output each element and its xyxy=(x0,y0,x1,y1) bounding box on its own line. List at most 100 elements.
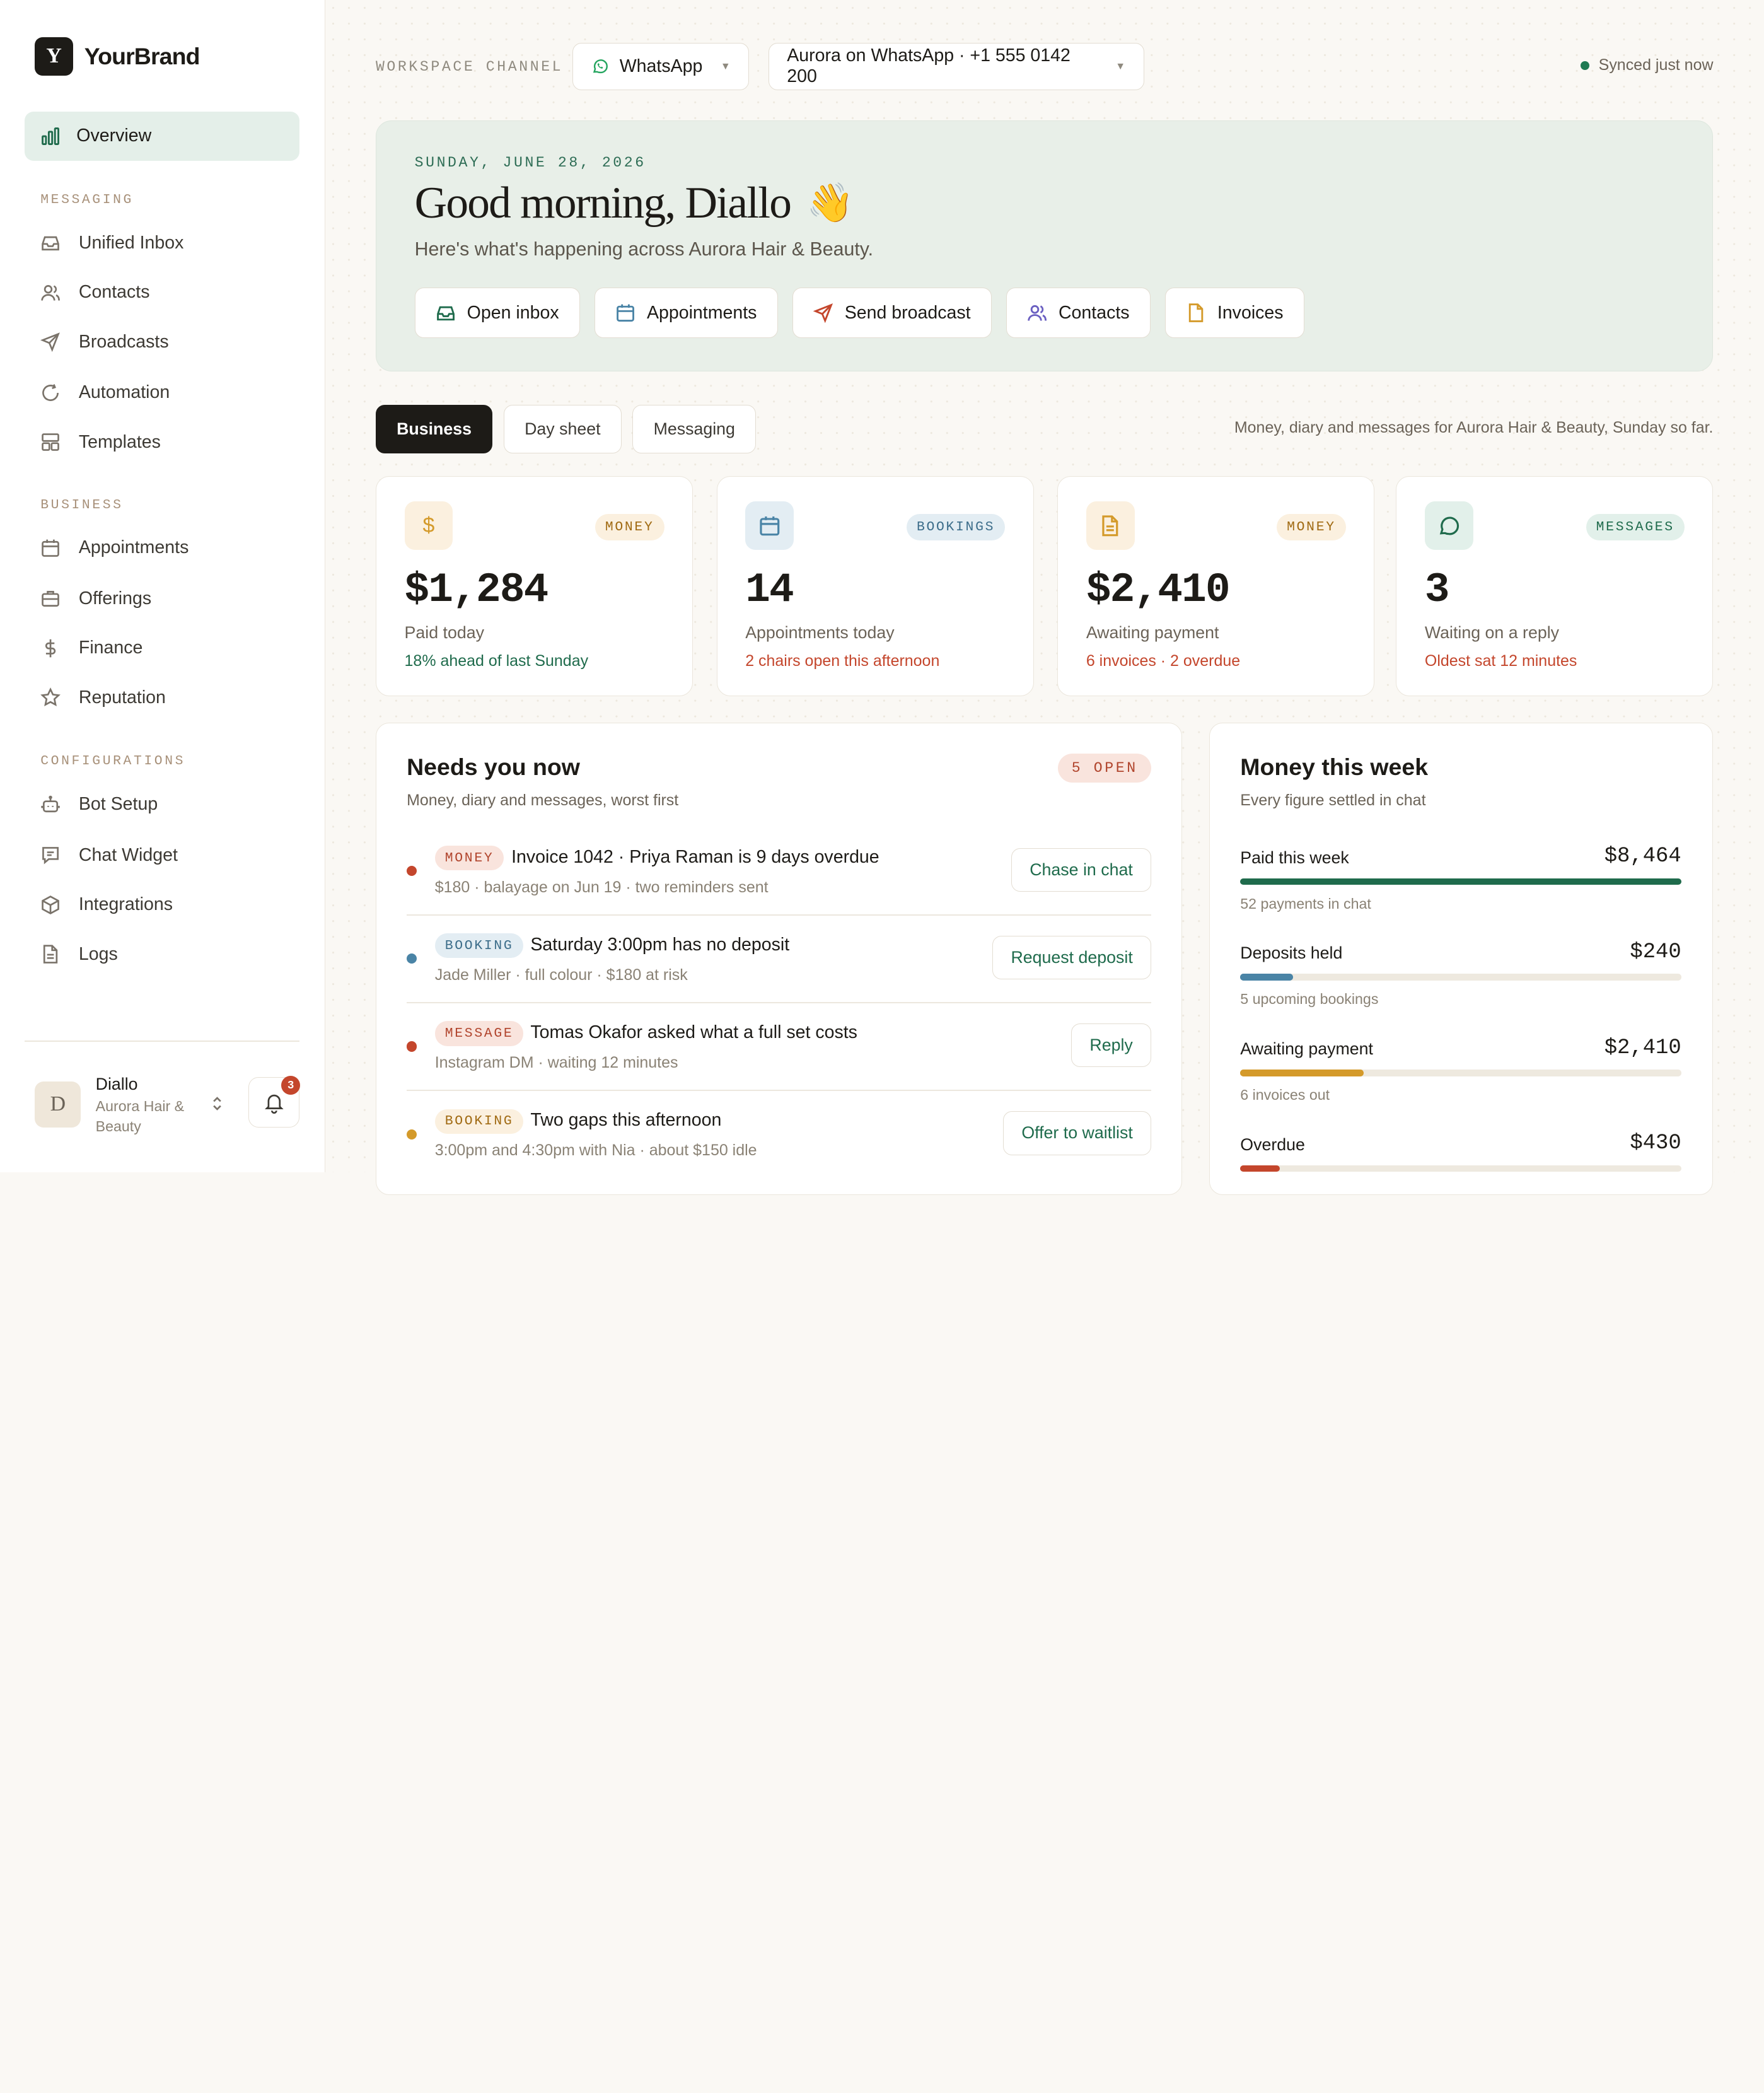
priority-dot xyxy=(407,953,417,964)
nav-item-offerings[interactable]: Offerings xyxy=(40,585,151,612)
users-icon xyxy=(1028,305,1047,321)
stat-value: 14 xyxy=(745,566,794,614)
stat-tag: MESSAGES xyxy=(1586,513,1685,541)
document-icon xyxy=(1086,501,1135,550)
briefcase-icon xyxy=(42,591,60,607)
money-label: Awaiting payment xyxy=(1240,1039,1373,1058)
nav-item-chat-widget[interactable]: Chat Widget xyxy=(40,842,178,869)
stat-card-appointments[interactable]: BOOKINGS 14 Appointments today 2 chairs … xyxy=(716,475,1034,697)
channel-select[interactable]: WhatsApp ▼ xyxy=(572,42,750,90)
nav-label: Bot Setup xyxy=(78,794,158,815)
money-amount: $430 xyxy=(1630,1131,1681,1156)
dollar-icon xyxy=(45,639,56,658)
list-item[interactable]: MESSAGE Tomas Okafor asked what a full s… xyxy=(407,1011,1152,1099)
task-tag: MESSAGE xyxy=(434,1021,524,1046)
chevrons-up-down-icon[interactable] xyxy=(209,1093,225,1114)
button-label: Open inbox xyxy=(467,302,559,323)
nav-item-contacts[interactable]: Contacts xyxy=(40,279,149,306)
nav-item-broadcasts[interactable]: Broadcasts xyxy=(40,329,169,356)
stat-card-awaiting-payment[interactable]: MONEY $2,410 Awaiting payment 6 invoices… xyxy=(1057,475,1375,697)
nav-item-integrations[interactable]: Integrations xyxy=(40,891,173,918)
nav-label: Unified Inbox xyxy=(78,232,184,253)
progress-track xyxy=(1240,1070,1681,1076)
money-row-deposits: Deposits held $240 5 upcoming bookings xyxy=(1240,940,1681,1019)
brand[interactable]: Y YourBrand xyxy=(35,37,200,76)
send-broadcast-button[interactable]: Send broadcast xyxy=(792,287,992,339)
greeting-hero: SUNDAY, JUNE 28, 2026 Good morning, Dial… xyxy=(375,120,1714,371)
tab-business[interactable]: Business xyxy=(375,405,493,454)
list-item[interactable]: MONEY Invoice 1042 · Priya Raman is 9 da… xyxy=(407,836,1152,923)
nav-section-configurations: CONFIGURATIONS xyxy=(40,754,186,769)
chevron-down-icon: ▼ xyxy=(1115,60,1126,72)
stat-tag: MONEY xyxy=(595,513,664,541)
nav-item-logs[interactable]: Logs xyxy=(40,941,118,968)
tab-messaging[interactable]: Messaging xyxy=(632,405,757,454)
invoices-button[interactable]: Invoices xyxy=(1164,287,1304,339)
hero-greeting: Good morning, Diallo 👋 xyxy=(415,177,854,229)
stat-note: Oldest sat 12 minutes xyxy=(1424,652,1577,670)
send-icon xyxy=(40,332,61,353)
money-amount: $240 xyxy=(1630,940,1681,964)
task-title: Tomas Okafor asked what a full set costs xyxy=(530,1022,857,1043)
nav-label: Templates xyxy=(78,431,161,452)
nav-item-reputation[interactable]: Reputation xyxy=(40,684,166,711)
list-item[interactable]: BOOKING Two gaps this afternoon 3:00pm a… xyxy=(407,1099,1152,1186)
nav-section-messaging: MESSAGING xyxy=(40,192,134,208)
account-select[interactable]: Aurora on WhatsApp · +1 555 0142 200 ▼ xyxy=(768,42,1144,90)
nav-item-templates[interactable]: Templates xyxy=(40,429,161,456)
reply-button[interactable]: Reply xyxy=(1071,1023,1152,1068)
inbox-icon xyxy=(42,236,60,251)
request-deposit-button[interactable]: Request deposit xyxy=(992,935,1152,980)
bell-icon xyxy=(264,1094,284,1114)
nav-label: Logs xyxy=(78,943,118,964)
account-select-value: Aurora on WhatsApp · +1 555 0142 200 xyxy=(787,45,1071,87)
open-inbox-button[interactable]: Open inbox xyxy=(414,287,580,339)
stat-label: Awaiting payment xyxy=(1086,622,1219,642)
nav-item-overview[interactable]: Overview xyxy=(25,111,299,161)
nav-label: Appointments xyxy=(78,537,189,558)
task-meta: Jade Miller · full colour · $180 at risk xyxy=(434,965,688,984)
stat-tag: MONEY xyxy=(1277,513,1346,541)
nav-item-bot-setup[interactable]: Bot Setup xyxy=(40,791,158,818)
stat-tag: BOOKINGS xyxy=(906,513,1006,541)
channel-select-value: WhatsApp xyxy=(619,55,703,76)
money-this-week-card: Money this week Every figure settled in … xyxy=(1209,722,1714,1195)
task-tag: MONEY xyxy=(434,845,504,871)
send-icon xyxy=(813,303,833,324)
dollar-icon: $ xyxy=(404,501,453,550)
stat-card-messages[interactable]: MESSAGES 3 Waiting on a reply Oldest sat… xyxy=(1396,475,1714,697)
stat-card-paid-today[interactable]: $ MONEY $1,284 Paid today 18% ahead of l… xyxy=(375,475,693,697)
priority-dot xyxy=(407,866,417,877)
contacts-button[interactable]: Contacts xyxy=(1006,287,1151,339)
layout-icon xyxy=(42,433,60,452)
avatar[interactable]: D xyxy=(35,1081,81,1128)
tab-day-sheet[interactable]: Day sheet xyxy=(503,405,622,454)
nav-label: Chat Widget xyxy=(78,844,178,865)
nav-item-appointments[interactable]: Appointments xyxy=(40,535,189,562)
open-count-badge: 5 OPEN xyxy=(1058,753,1152,783)
money-row-awaiting: Awaiting payment $2,410 6 invoices out xyxy=(1240,1036,1681,1115)
brand-logo: Y xyxy=(35,37,73,76)
stat-note: 18% ahead of last Sunday xyxy=(404,652,589,670)
calendar-icon xyxy=(42,539,60,557)
cube-icon xyxy=(42,895,60,914)
list-item[interactable]: BOOKING Saturday 3:00pm has no deposit J… xyxy=(407,923,1152,1011)
chase-in-chat-button[interactable]: Chase in chat xyxy=(1011,848,1152,892)
chevron-down-icon: ▼ xyxy=(720,60,731,72)
nav-item-unified-inbox[interactable]: Unified Inbox xyxy=(40,230,183,257)
tabs-description: Money, diary and messages for Aurora Hai… xyxy=(1234,418,1714,436)
brand-name: YourBrand xyxy=(84,42,200,69)
sync-status-text: Synced just now xyxy=(1598,56,1714,74)
nav-label: Overview xyxy=(76,125,152,146)
nav-item-finance[interactable]: Finance xyxy=(40,634,142,662)
bar-chart-icon xyxy=(42,127,60,145)
nav-item-automation[interactable]: Automation xyxy=(40,379,170,406)
offer-to-waitlist-button[interactable]: Offer to waitlist xyxy=(1002,1111,1152,1155)
money-row-overdue: Overdue $430 xyxy=(1240,1131,1681,1176)
appointments-button[interactable]: Appointments xyxy=(594,287,778,339)
nav-section-business: BUSINESS xyxy=(40,497,124,513)
progress-track xyxy=(1240,974,1681,981)
chat-icon xyxy=(1424,501,1473,550)
card-subtitle: Money, diary and messages, worst first xyxy=(407,791,679,810)
card-subtitle: Every figure settled in chat xyxy=(1240,791,1426,810)
